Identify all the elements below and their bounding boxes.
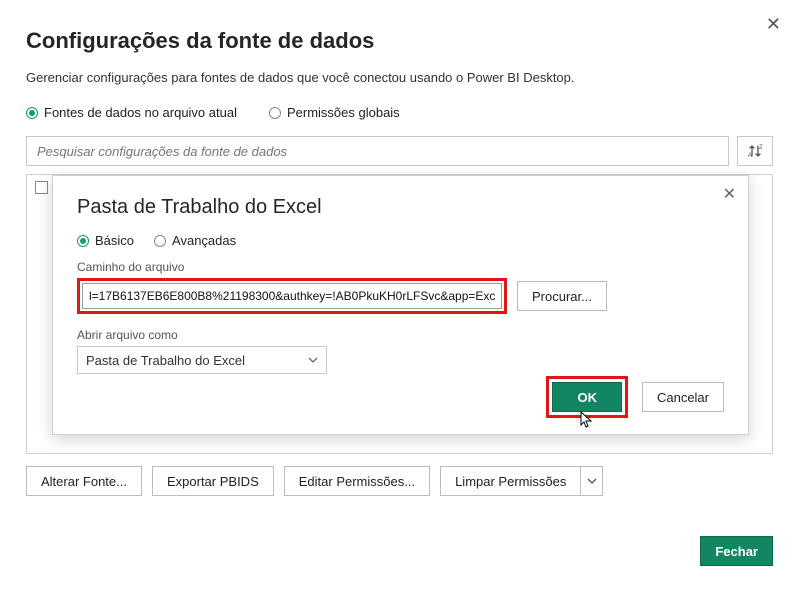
page-title: Configurações da fonte de dados bbox=[26, 28, 773, 54]
svg-text:A: A bbox=[748, 153, 752, 159]
radio-icon bbox=[26, 107, 38, 119]
dropdown-value: Pasta de Trabalho do Excel bbox=[86, 353, 245, 368]
search-input[interactable] bbox=[26, 136, 729, 166]
highlight-box bbox=[77, 278, 507, 314]
radio-label: Fontes de dados no arquivo atual bbox=[44, 105, 237, 120]
ok-button[interactable]: OK bbox=[552, 382, 622, 412]
clear-permissions-caret[interactable] bbox=[581, 466, 603, 496]
edit-permissions-button[interactable]: Editar Permissões... bbox=[284, 466, 430, 496]
file-path-input[interactable] bbox=[82, 283, 502, 309]
close-icon[interactable]: ✕ bbox=[766, 14, 781, 35]
close-icon[interactable]: ✕ bbox=[723, 184, 736, 204]
highlight-box: OK bbox=[546, 376, 628, 418]
radio-label: Permissões globais bbox=[287, 105, 400, 120]
browse-button[interactable]: Procurar... bbox=[517, 281, 607, 311]
clear-permissions-button[interactable]: Limpar Permissões bbox=[440, 466, 581, 496]
sort-icon: AZ bbox=[747, 143, 763, 159]
list-item-checkbox[interactable] bbox=[35, 181, 48, 194]
chevron-down-icon bbox=[587, 476, 597, 486]
open-as-dropdown[interactable]: Pasta de Trabalho do Excel bbox=[77, 346, 327, 374]
file-path-label: Caminho do arquivo bbox=[77, 260, 724, 274]
close-button[interactable]: Fechar bbox=[700, 536, 773, 566]
mode-radio-group: Básico Avançadas bbox=[77, 233, 724, 248]
export-pbids-button[interactable]: Exportar PBIDS bbox=[152, 466, 274, 496]
radio-current-file[interactable]: Fontes de dados no arquivo atual bbox=[26, 105, 237, 120]
radio-icon bbox=[269, 107, 281, 119]
radio-global-permissions[interactable]: Permissões globais bbox=[269, 105, 400, 120]
chevron-down-icon bbox=[308, 355, 318, 365]
open-as-label: Abrir arquivo como bbox=[77, 328, 724, 342]
excel-workbook-dialog: ✕ Pasta de Trabalho do Excel Básico Avan… bbox=[52, 175, 749, 435]
alter-source-button[interactable]: Alterar Fonte... bbox=[26, 466, 142, 496]
dialog-title: Pasta de Trabalho do Excel bbox=[77, 196, 724, 219]
page-description: Gerenciar configurações para fontes de d… bbox=[26, 70, 773, 85]
radio-label: Avançadas bbox=[172, 233, 236, 248]
radio-icon bbox=[154, 235, 166, 247]
radio-label: Básico bbox=[95, 233, 134, 248]
radio-icon bbox=[77, 235, 89, 247]
cursor-icon bbox=[580, 411, 594, 429]
sort-button[interactable]: AZ bbox=[737, 136, 773, 166]
radio-advanced[interactable]: Avançadas bbox=[154, 233, 236, 248]
clear-permissions-split: Limpar Permissões bbox=[440, 466, 603, 496]
radio-basic[interactable]: Básico bbox=[77, 233, 134, 248]
svg-text:Z: Z bbox=[759, 145, 763, 151]
scope-radio-group: Fontes de dados no arquivo atual Permiss… bbox=[26, 105, 773, 120]
cancel-button[interactable]: Cancelar bbox=[642, 382, 724, 412]
